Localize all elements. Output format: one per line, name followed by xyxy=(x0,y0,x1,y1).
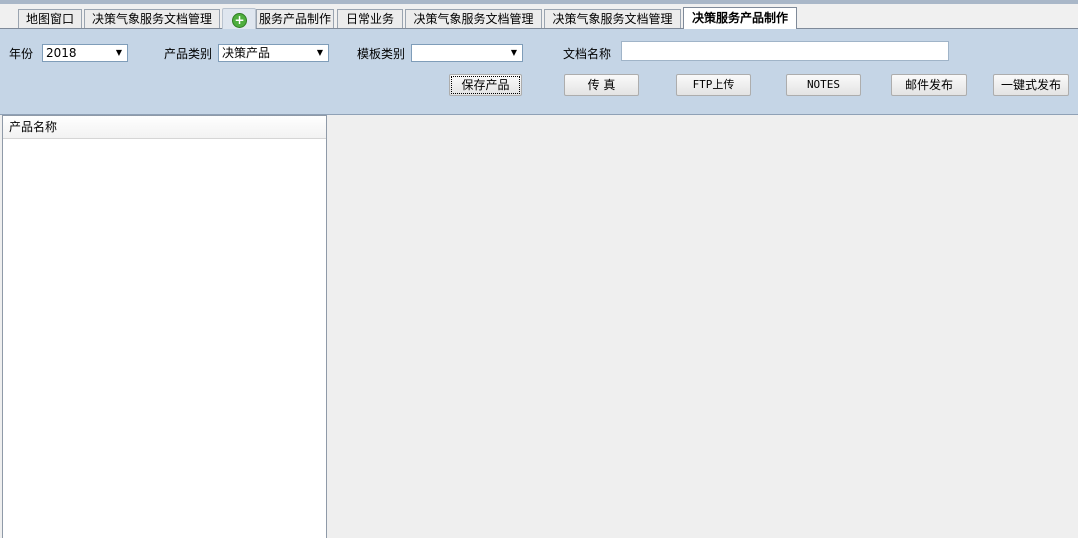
document-workspace xyxy=(329,115,1078,538)
plus-circle-icon: + xyxy=(232,13,247,28)
tab-decision-product-making[interactable]: 决策服务产品制作 xyxy=(683,7,797,29)
doc-name-label: 文档名称 xyxy=(563,47,612,61)
tab-map-window[interactable]: 地图窗口 xyxy=(18,9,82,28)
product-type-select-value: 决策产品 xyxy=(222,46,271,60)
tab-doc-management-1[interactable]: 决策气象服务文档管理 xyxy=(84,9,220,28)
tab-bar: 地图窗口 决策气象服务文档管理 + 服务产品制作 日常业务 决策气象服务文档管理… xyxy=(0,4,1078,32)
chevron-down-icon: ▼ xyxy=(115,48,123,57)
tab-daily-business[interactable]: 日常业务 xyxy=(337,9,403,28)
mail-publish-button[interactable]: 邮件发布 xyxy=(891,74,967,96)
product-name-column-header[interactable]: 产品名称 xyxy=(3,116,326,139)
product-type-label: 产品类别 xyxy=(164,47,213,61)
tab-product-making-partial[interactable]: 服务产品制作 xyxy=(256,9,334,28)
year-select-value: 2018 xyxy=(46,46,77,60)
product-type-select[interactable]: 决策产品 ▼ xyxy=(218,44,329,62)
save-product-button[interactable]: 保存产品 xyxy=(449,74,522,96)
ftp-upload-button[interactable]: FTP上传 xyxy=(676,74,751,96)
tab-doc-management-3[interactable]: 决策气象服务文档管理 xyxy=(544,9,681,28)
doc-name-input[interactable] xyxy=(621,41,949,61)
chevron-down-icon: ▼ xyxy=(510,48,518,57)
tab-doc-management-2[interactable]: 决策气象服务文档管理 xyxy=(405,9,542,28)
product-list[interactable]: 产品名称 xyxy=(2,115,327,538)
fax-button[interactable]: 传 真 xyxy=(564,74,639,96)
year-select[interactable]: 2018 ▼ xyxy=(42,44,128,62)
chevron-down-icon: ▼ xyxy=(316,48,324,57)
year-label: 年份 xyxy=(9,47,34,61)
one-click-publish-button[interactable]: 一键式发布 xyxy=(993,74,1069,96)
form-panel: 年份 2018 ▼ 产品类别 决策产品 ▼ 模板类别 ▼ 文档名称 保存产品 传… xyxy=(0,29,1078,115)
template-type-select[interactable]: ▼ xyxy=(411,44,523,62)
template-type-label: 模板类别 xyxy=(357,47,406,61)
notes-button[interactable]: NOTES xyxy=(786,74,861,96)
